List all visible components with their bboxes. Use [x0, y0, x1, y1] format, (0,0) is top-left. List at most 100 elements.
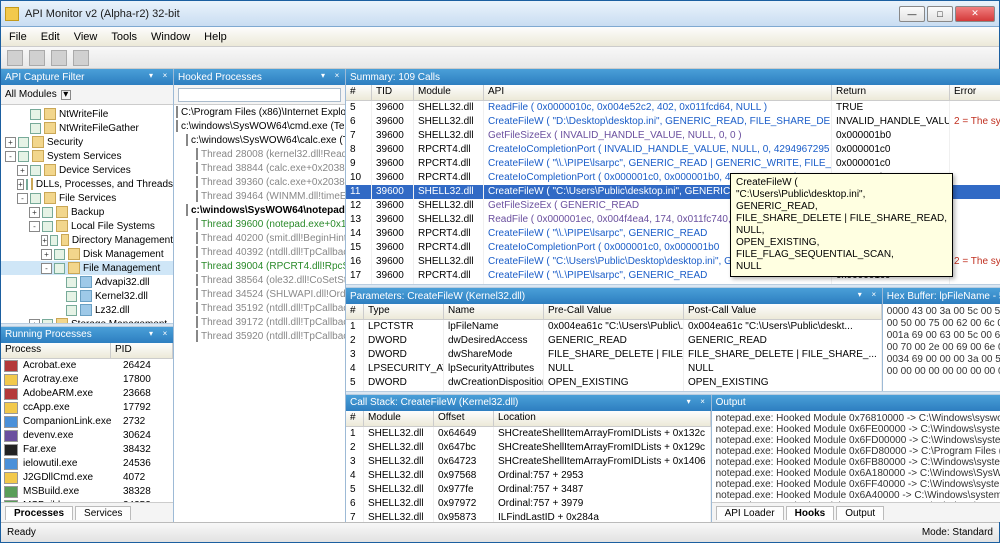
pin-icon[interactable]: ▾ [683, 396, 695, 408]
param-row[interactable]: 3DWORDdwShareModeFILE_SHARE_DELETE | FIL… [346, 348, 882, 362]
col-module[interactable]: Module [364, 411, 434, 426]
tree-item[interactable]: -Local File Systems [1, 219, 173, 233]
col-api[interactable]: API [484, 85, 832, 100]
process-row[interactable]: Far.exe38432 [1, 443, 173, 457]
checkbox[interactable] [42, 207, 53, 218]
tab-services[interactable]: Services [75, 506, 131, 520]
checkbox[interactable] [18, 151, 29, 162]
tree-item[interactable]: Kernel32.dll [1, 289, 173, 303]
tool-4[interactable] [73, 50, 89, 66]
summary-row[interactable]: 839600RPCRT4.dllCreateIoCompletionPort (… [346, 143, 1000, 157]
col-module[interactable]: Module [414, 85, 484, 100]
menu-help[interactable]: Help [204, 31, 227, 43]
hooked-list[interactable]: C:\Program Files (x86)\Internet Explore c… [174, 105, 345, 522]
menu-edit[interactable]: Edit [41, 31, 60, 43]
process-row[interactable]: AdobeARM.exe23668 [1, 387, 173, 401]
process-row[interactable]: devenv.exe30624 [1, 429, 173, 443]
col-error[interactable]: Error [950, 85, 1000, 100]
process-list[interactable]: Acrobat.exe26424Acrotray.exe17800AdobeAR… [1, 359, 173, 502]
hooked-thread[interactable]: Thread 35920 (ntdll.dll!TpCallback [174, 329, 345, 343]
hooked-thread[interactable]: Thread 34524 (SHLWAPI.dll!Ordinal [174, 287, 345, 301]
params-list[interactable]: 1LPCTSTRlpFileName0x004ea61c "C:\Users\P… [346, 320, 882, 391]
process-row[interactable]: CompanionLink.exe2732 [1, 415, 173, 429]
stack-row[interactable]: 2SHELL32.dll0x647bcSHCreateShellItemArra… [346, 441, 711, 455]
col-num[interactable]: # [346, 304, 364, 319]
col-name[interactable]: Name [444, 304, 544, 319]
hooked-thread[interactable]: Thread 40200 (smit.dll!BeginHint [174, 231, 345, 245]
process-row[interactable]: Acrobat.exe26424 [1, 359, 173, 373]
tab-processes[interactable]: Processes [5, 506, 73, 520]
checkbox[interactable] [50, 235, 57, 246]
tree-item[interactable]: -File Management [1, 261, 173, 275]
close-icon[interactable]: × [868, 289, 880, 301]
stack-row[interactable]: 5SHELL32.dll0x977feOrdinal:757 + 3487 [346, 483, 711, 497]
hex-dump[interactable]: 0000 43 00 3a 00 5c 00 55 00 73 00 65 00… [883, 304, 1000, 391]
expander-icon[interactable]: + [17, 165, 28, 176]
hooked-process[interactable]: C:\Program Files (x86)\Internet Explore [174, 105, 345, 119]
checkbox[interactable] [18, 137, 29, 148]
tree-item[interactable]: Lz32.dll [1, 303, 173, 317]
stack-row[interactable]: 4SHELL32.dll0x97568Ordinal:757 + 2953 [346, 469, 711, 483]
close-icon[interactable]: × [697, 396, 709, 408]
tab-hooks[interactable]: Hooks [786, 506, 835, 520]
tab-apiloader[interactable]: API Loader [716, 506, 784, 520]
summary-row[interactable]: 739600SHELL32.dllGetFileSizeEx ( INVALID… [346, 129, 1000, 143]
hooked-thread[interactable]: Thread 39172 (ntdll.dll!TpCallback [174, 315, 345, 329]
expander-icon[interactable]: - [29, 221, 40, 232]
checkbox[interactable] [30, 193, 41, 204]
hooked-process[interactable]: c:\windows\SysWOW64\notepad.exe [174, 203, 345, 217]
hooked-thread[interactable]: Thread 39004 (RPCRT4.dll!RpcServe [174, 259, 345, 273]
summary-row[interactable]: 1839600RPCRT4.dllCreateIoCompletionPort … [346, 283, 1000, 284]
stack-row[interactable]: 3SHELL32.dll0x64723SHCreateShellItemArra… [346, 455, 711, 469]
process-row[interactable]: Acrotray.exe17800 [1, 373, 173, 387]
col-offset[interactable]: Offset [434, 411, 494, 426]
tree-item[interactable]: +DLLs, Processes, and Threads [1, 177, 173, 191]
hooked-thread[interactable]: Thread 39600 (notepad.exe+0x15E [174, 217, 345, 231]
tree-item[interactable]: +Device Services [1, 163, 173, 177]
param-row[interactable]: 1LPCTSTRlpFileName0x004ea61c "C:\Users\P… [346, 320, 882, 334]
expander-icon[interactable]: + [5, 137, 16, 148]
tool-2[interactable] [29, 50, 45, 66]
menu-file[interactable]: File [9, 31, 27, 43]
checkbox[interactable] [66, 277, 77, 288]
col-process[interactable]: Process [1, 343, 111, 358]
titlebar[interactable]: API Monitor v2 (Alpha-r2) 32-bit — □ ✕ [1, 1, 999, 27]
expander-icon[interactable]: + [17, 179, 24, 190]
hooked-thread[interactable]: Thread 35192 (ntdll.dll!TpCallback [174, 301, 345, 315]
menu-view[interactable]: View [74, 31, 98, 43]
stack-row[interactable]: 7SHELL32.dll0x95873ILFindLastID + 0x284a [346, 511, 711, 522]
close-button[interactable]: ✕ [955, 6, 995, 22]
tree-item[interactable]: +Directory Management [1, 233, 173, 247]
hooked-thread[interactable]: Thread 39360 (calc.exe+0x2038) [174, 175, 345, 189]
tool-1[interactable] [7, 50, 23, 66]
stack-row[interactable]: 6SHELL32.dll0x97972Ordinal:757 + 3979 [346, 497, 711, 511]
hooked-thread[interactable]: Thread 39464 (WINMM.dll!timeEndP [174, 189, 345, 203]
chevron-down-icon[interactable]: ▾ [61, 90, 71, 100]
checkbox[interactable] [30, 109, 41, 120]
process-row[interactable]: ielowutil.exe24536 [1, 457, 173, 471]
stack-list[interactable]: 1SHELL32.dll0x64649SHCreateShellItemArra… [346, 427, 711, 522]
tree-item[interactable]: Advapi32.dll [1, 275, 173, 289]
hooked-thread[interactable]: Thread 38564 (ole32.dll!CoSetState [174, 273, 345, 287]
close-icon[interactable]: × [159, 70, 171, 82]
col-tid[interactable]: TID [372, 85, 414, 100]
checkbox[interactable] [26, 179, 28, 190]
checkbox[interactable] [42, 221, 53, 232]
checkbox[interactable] [66, 305, 77, 316]
process-row[interactable]: ccApp.exe17792 [1, 401, 173, 415]
expander-icon[interactable]: + [29, 207, 40, 218]
menu-window[interactable]: Window [151, 31, 190, 43]
summary-row[interactable]: 639600SHELL32.dllCreateFileW ( "D:\Deskt… [346, 115, 1000, 129]
tool-3[interactable] [51, 50, 67, 66]
checkbox[interactable] [66, 291, 77, 302]
hooked-process[interactable]: c:\windows\SysWOW64\calc.exe (Term [174, 133, 345, 147]
col-num[interactable]: # [346, 85, 372, 100]
tree-item[interactable]: +Backup [1, 205, 173, 219]
hooked-filter-input[interactable] [178, 88, 341, 102]
summary-row[interactable]: 939600RPCRT4.dllCreateFileW ( "\\.\PIPE\… [346, 157, 1000, 171]
hooked-thread[interactable]: Thread 38844 (calc.exe+0x2038) [174, 161, 345, 175]
tree-item[interactable]: NtWriteFile [1, 107, 173, 121]
param-row[interactable]: 4LPSECURITY_AT...lpSecurityAttributesNUL… [346, 362, 882, 376]
pin-icon[interactable]: ▾ [854, 289, 866, 301]
col-post[interactable]: Post-Call Value [684, 304, 882, 319]
